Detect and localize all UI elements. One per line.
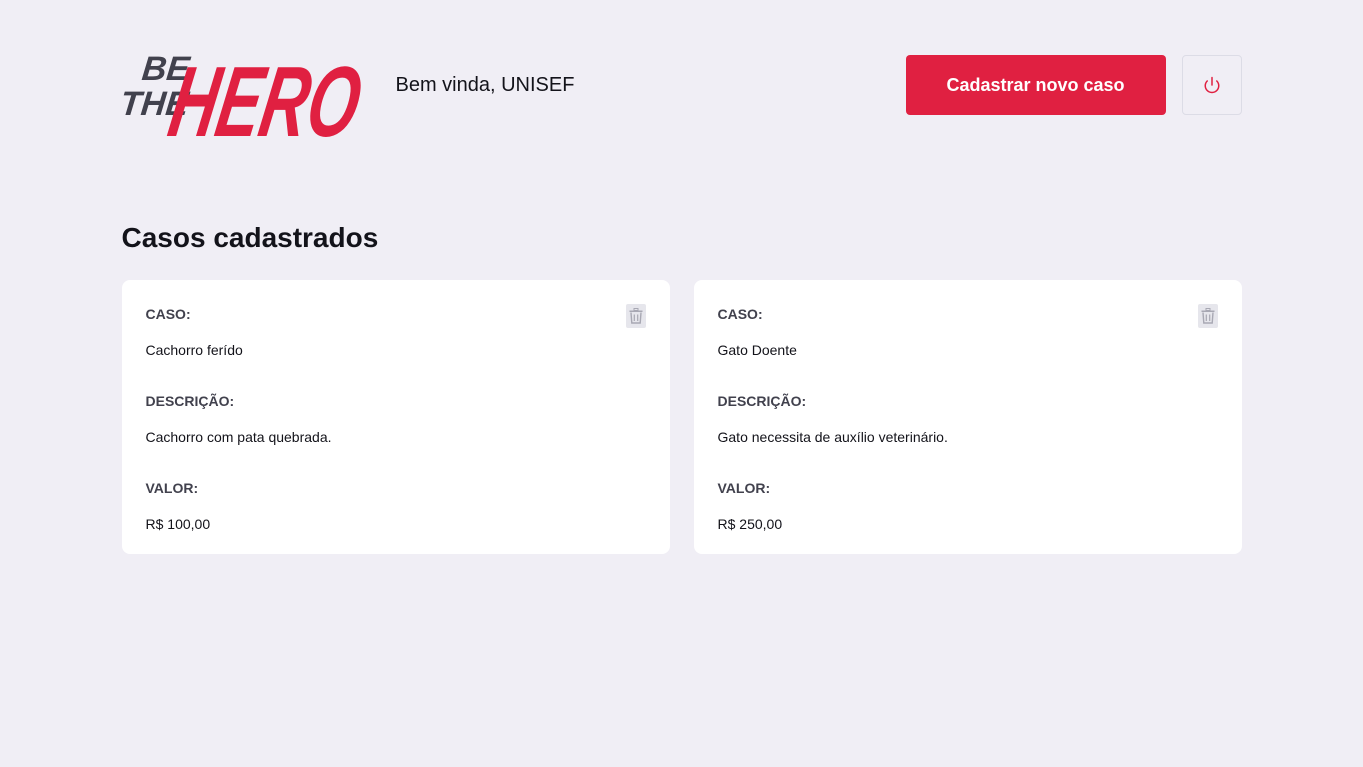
value-label: VALOR: — [145, 480, 199, 496]
case-label: CASO: — [145, 306, 191, 322]
cases-list: CASO: Cachorro ferído DESCRIÇÃO: Cachorr… — [121, 280, 1242, 554]
description-label: DESCRIÇÃO: — [717, 393, 807, 409]
logo-hero-text: HERO — [161, 47, 369, 138]
header: BE THE HERO Bem vinda, UNISEF Cadastrar … — [122, 32, 1242, 138]
case-value: R$ 250,00 — [717, 516, 783, 532]
value-label: VALOR: — [717, 480, 771, 496]
new-case-button[interactable]: Cadastrar novo caso — [905, 55, 1166, 115]
welcome-text: Bem vinda, UNISEF — [395, 73, 575, 96]
case-card: CASO: Cachorro ferído DESCRIÇÃO: Cachorr… — [121, 280, 670, 554]
trash-icon — [1201, 308, 1214, 324]
delete-case-button[interactable] — [1197, 304, 1218, 328]
page: BE THE HERO Bem vinda, UNISEF Cadastrar … — [121, 0, 1242, 554]
description-label: DESCRIÇÃO: — [145, 393, 235, 409]
case-label: CASO: — [717, 306, 763, 322]
case-description: Cachorro com pata quebrada. — [145, 429, 332, 445]
power-icon — [1204, 76, 1219, 94]
delete-case-button[interactable] — [625, 304, 646, 328]
page-title: Casos cadastrados — [121, 222, 379, 253]
case-title: Cachorro ferído — [145, 342, 243, 358]
trash-icon — [629, 308, 642, 324]
be-the-hero-logo: BE THE HERO — [122, 47, 369, 138]
case-card: CASO: Gato Doente DESCRIÇÃO: Gato necess… — [693, 280, 1242, 554]
logout-button[interactable] — [1181, 55, 1242, 115]
case-description: Gato necessita de auxílio veterinário. — [717, 429, 948, 445]
case-title: Gato Doente — [717, 342, 797, 358]
case-value: R$ 100,00 — [145, 516, 211, 532]
